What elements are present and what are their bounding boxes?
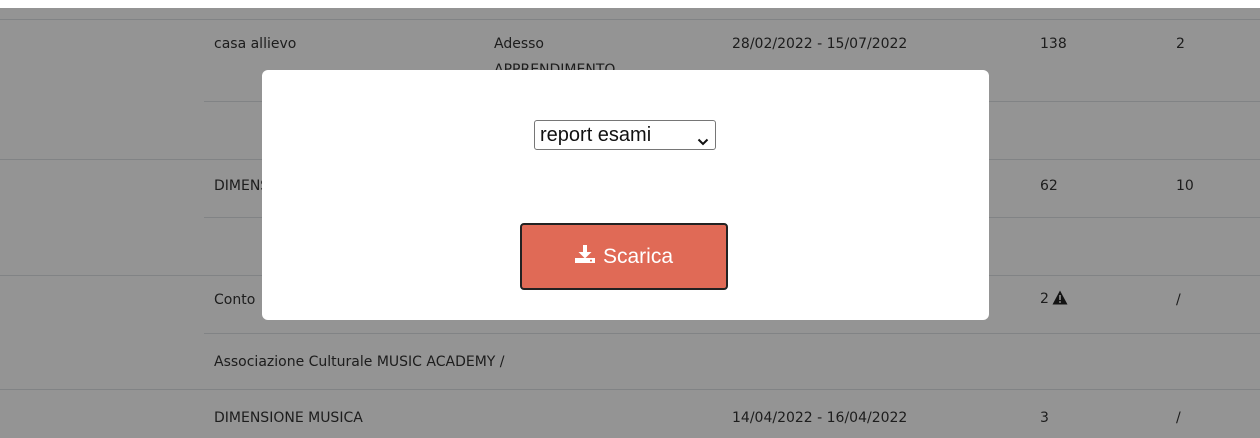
download-button[interactable]: Scarica [520, 223, 728, 290]
download-button-label: Scarica [602, 244, 674, 268]
chevron-down-icon [697, 130, 709, 153]
download-icon [574, 244, 595, 269]
top-strip [0, 0, 1260, 8]
report-type-select-value: report esami [540, 123, 652, 146]
report-type-select[interactable]: report esami [534, 120, 716, 150]
report-download-dialog: report esami Scarica [262, 70, 989, 320]
